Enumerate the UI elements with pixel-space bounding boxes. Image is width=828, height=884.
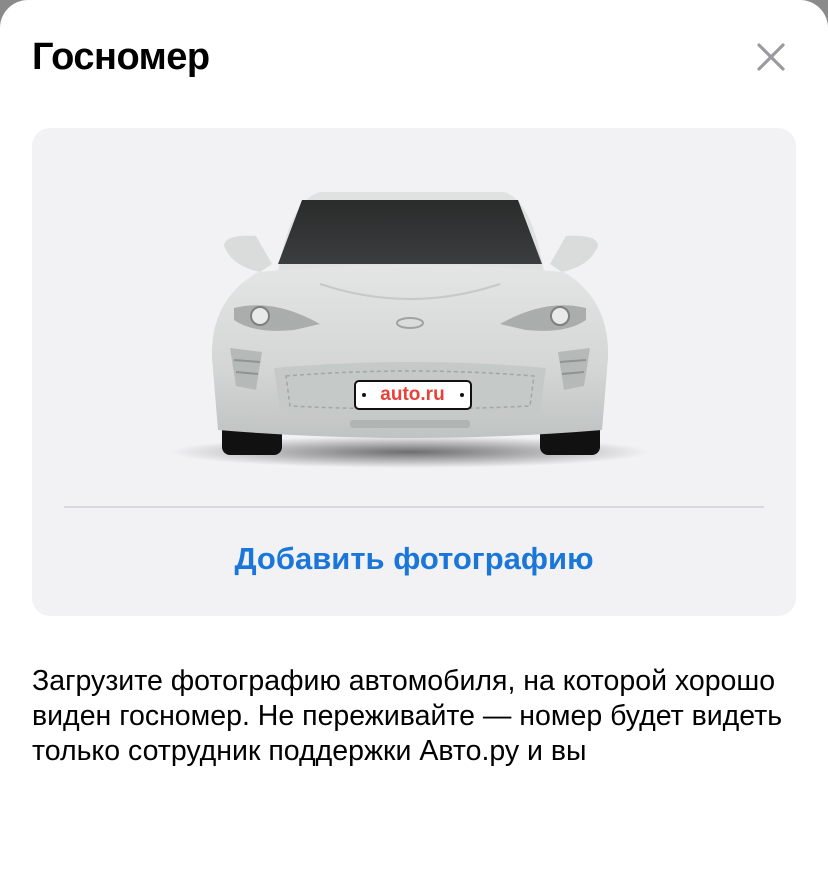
dialog-title: Госномер (32, 36, 210, 78)
card-divider (64, 506, 764, 508)
close-icon (757, 43, 785, 71)
plate-dot-right (460, 393, 464, 397)
photo-upload-card[interactable]: auto.ru Добавить фотографию (32, 128, 796, 616)
plate-text: auto.ru (380, 384, 445, 405)
license-plate: auto.ru (354, 380, 472, 410)
close-button[interactable] (748, 34, 794, 80)
car-front-illustration (170, 180, 650, 480)
bottom-sheet-dialog: Госномер auto.ru Добавить фотографию Заг… (0, 0, 828, 884)
description-text: Загрузите фотографию автомобиля, на кото… (32, 665, 783, 767)
add-photo-button[interactable]: Добавить фотографию (32, 532, 796, 586)
